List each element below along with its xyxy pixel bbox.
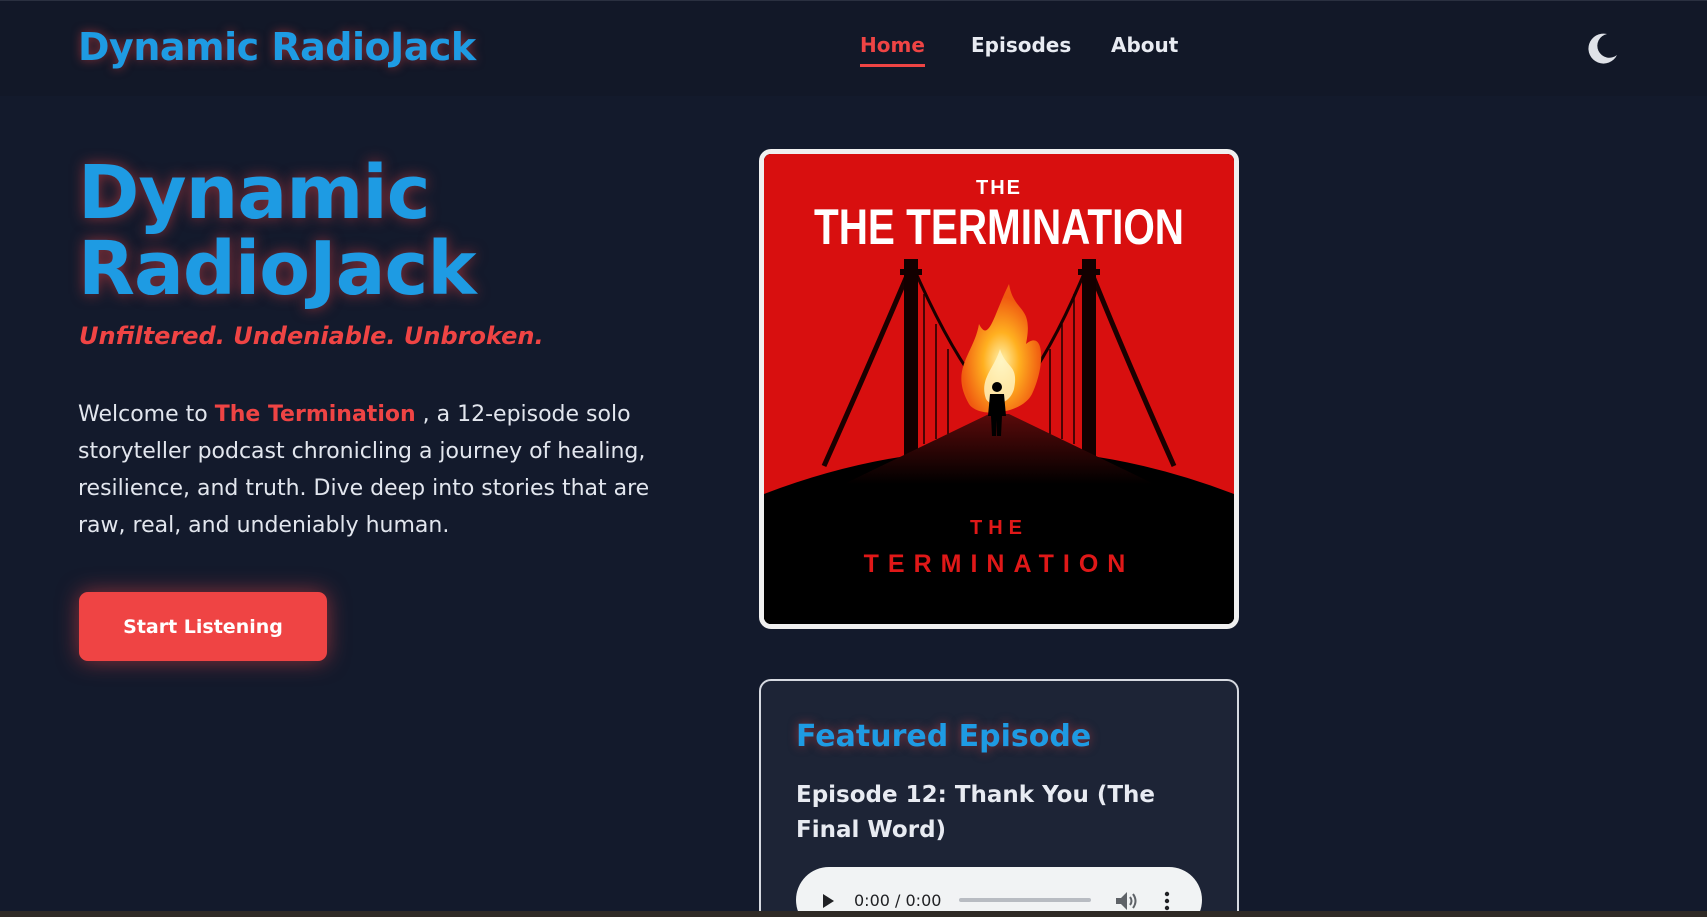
cover-top-small: THE: [976, 177, 1022, 199]
window-bottom-bar: [0, 911, 1707, 917]
podcast-cover-art: THE THE TERMINATION THE TERMINATION: [759, 149, 1239, 629]
site-logo[interactable]: Dynamic RadioJack: [78, 25, 476, 69]
featured-heading: Featured Episode: [796, 719, 1092, 754]
volume-icon[interactable]: [1114, 889, 1140, 913]
hero-title: Dynamic RadioJack: [78, 150, 477, 312]
nav-about[interactable]: About: [1111, 33, 1178, 67]
play-icon[interactable]: [820, 893, 836, 909]
intro-highlight: The Termination: [214, 402, 416, 427]
progress-slider[interactable]: [959, 898, 1091, 902]
moon-icon: [1588, 33, 1617, 64]
site-header: Dynamic RadioJack Home Episodes About: [0, 1, 1707, 96]
cover-illustration: THE THE TERMINATION THE TERMINATION: [764, 154, 1234, 624]
cover-bottom-title: TERMINATION: [864, 550, 1135, 578]
theme-toggle-button[interactable]: [1586, 31, 1620, 65]
cover-top-title: THE TERMINATION: [814, 199, 1184, 255]
featured-episode-card: Featured Episode Episode 12: Thank You (…: [759, 679, 1239, 917]
nav-home[interactable]: Home: [860, 33, 925, 67]
nav-episodes[interactable]: Episodes: [971, 33, 1071, 67]
player-time: 0:00 / 0:00: [854, 891, 942, 910]
audio-player[interactable]: 0:00 / 0:00: [796, 867, 1202, 917]
intro-text-start: Welcome to: [78, 402, 215, 427]
cover-bottom-small: THE: [970, 517, 1028, 539]
start-listening-button[interactable]: Start Listening: [79, 592, 327, 661]
hero-tagline: Unfiltered. Undeniable. Unbroken.: [79, 322, 544, 350]
more-options-icon[interactable]: [1161, 889, 1173, 913]
featured-episode-title: Episode 12: Thank You (The Final Word): [796, 782, 1155, 843]
hero-intro: Welcome to The Termination , a 12-episod…: [78, 396, 658, 544]
